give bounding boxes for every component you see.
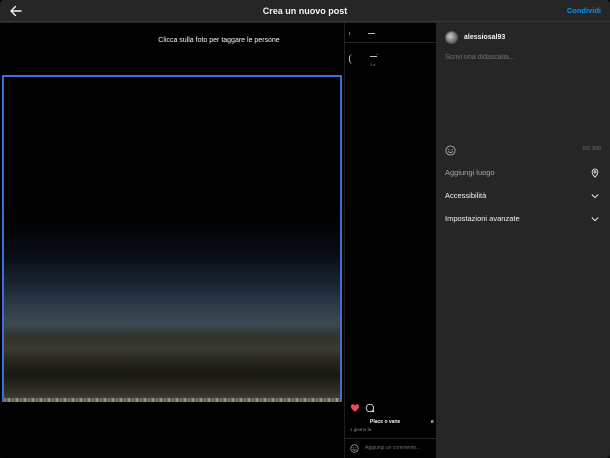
photo-area: Clicca sulla foto per taggare le persone: [0, 23, 344, 458]
map-pin-icon: [591, 168, 599, 178]
post-photo[interactable]: [2, 75, 342, 402]
preview-header: [345, 23, 437, 43]
smiley-icon: [445, 145, 456, 156]
advanced-settings-label: Impostazioni avanzate: [445, 214, 520, 223]
character-count: 0/2.200: [582, 146, 601, 152]
caption-input[interactable]: [445, 54, 601, 134]
emoji-button[interactable]: [445, 143, 456, 161]
preview-comment-bar: Aggiungi un commento...: [345, 438, 437, 458]
add-location-row[interactable]: Aggiungi luogo: [436, 161, 610, 184]
caption-footer: 0/2.200: [445, 143, 601, 156]
user-row: alessiosal93: [445, 31, 505, 44]
post-preview: ^ 1 s Place o vane e 1 giorno fa Aggiung…: [344, 23, 437, 458]
smiley-icon: [350, 444, 359, 453]
preview-place-name: Place o vane: [370, 419, 401, 425]
back-button[interactable]: [8, 3, 24, 19]
advanced-settings-row[interactable]: Impostazioni avanzate: [436, 207, 610, 230]
preview-place-name-2: e: [431, 419, 434, 425]
preview-mini-time: 1 s: [370, 62, 376, 67]
accessibility-label: Accessibilità: [445, 191, 487, 200]
preview-comment-placeholder: Aggiungi un commento...: [365, 445, 421, 451]
arrow-left-icon: [10, 5, 22, 17]
preview-time-ago: 1 giorno fa: [350, 427, 372, 432]
modal-header: Crea un nuovo post Condividi: [0, 0, 610, 22]
add-location-label: Aggiungi luogo: [445, 168, 495, 177]
preview-avatar: [349, 54, 353, 64]
speech-bubble-icon[interactable]: [365, 403, 375, 413]
caption-panel: alessiosal93 0/2.200 Aggiungi luogo: [436, 23, 610, 458]
create-post-modal: Crea un nuovo post Condividi Clicca sull…: [0, 0, 610, 458]
preview-actions: [350, 403, 375, 413]
modal-title: Crea un nuovo post: [262, 5, 348, 16]
share-button[interactable]: Condividi: [567, 6, 601, 15]
accessibility-row[interactable]: Accessibilità: [436, 184, 610, 207]
username: alessiosal93: [464, 34, 506, 41]
avatar: [445, 31, 458, 44]
chevron-down-icon: [591, 216, 599, 221]
heart-icon[interactable]: [350, 403, 360, 413]
chevron-down-icon: [591, 193, 599, 198]
